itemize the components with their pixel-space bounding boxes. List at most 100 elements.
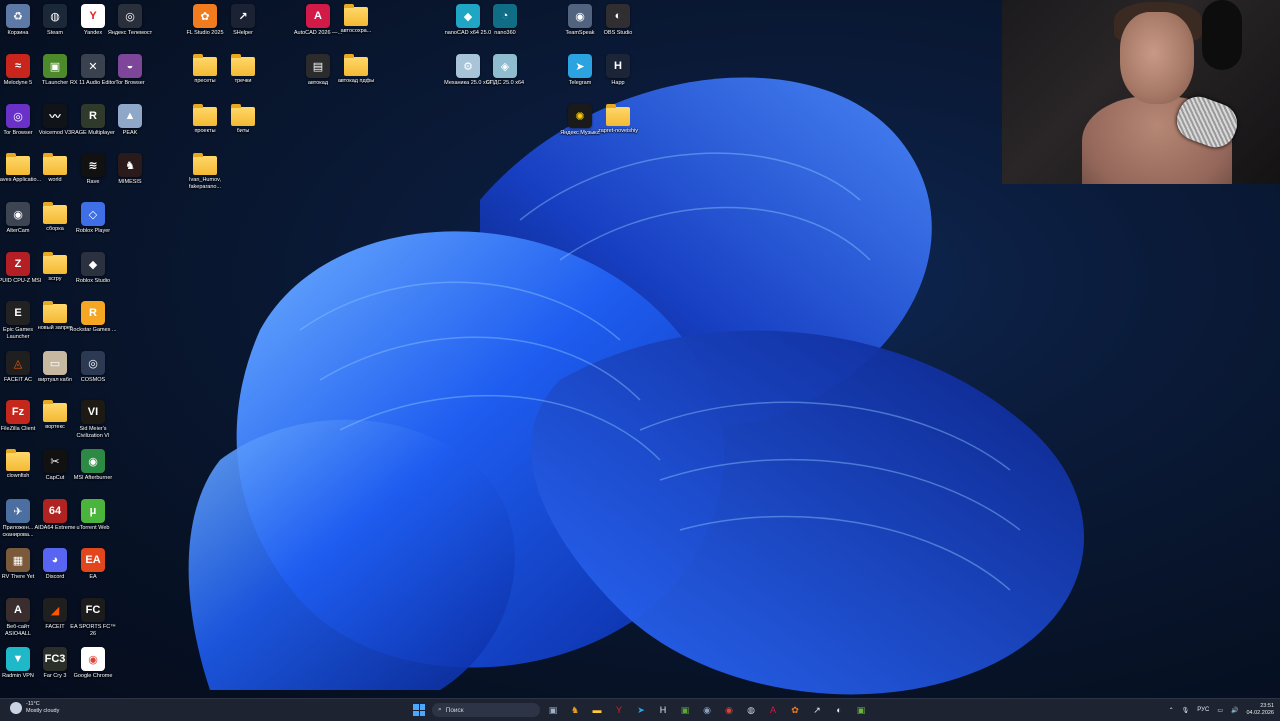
folder-icon: [193, 54, 217, 76]
steam-icon[interactable]: ◍: [742, 701, 760, 719]
file-explorer-icon[interactable]: ▬: [588, 701, 606, 719]
app-icon: ◬: [6, 351, 30, 375]
desktop-icon-label: Rockstar Games ...: [69, 327, 117, 333]
desktop-icon-label: Roblox Studio: [75, 278, 111, 284]
desktop-icon[interactable]: R Rockstar Games ...: [69, 301, 117, 349]
weather-widget[interactable]: -11°C Mostly cloudy: [10, 701, 59, 714]
desktop-icon[interactable]: EA EA: [71, 548, 115, 596]
desktop-icon[interactable]: ◐ OBS Studio: [596, 4, 640, 52]
desktop-icon-label: биты: [236, 128, 250, 134]
app-icon: ◕: [43, 548, 67, 572]
app-icon: EA: [81, 548, 105, 572]
app-icon: ▲: [118, 104, 142, 128]
app-icon: ≋: [81, 153, 105, 177]
app-icon: ▤: [306, 54, 330, 78]
desktop-icon[interactable]: ◆ Roblox Studio: [71, 252, 115, 300]
folder-icon: [43, 301, 67, 323]
app-icon: ✕: [81, 54, 105, 78]
desktop-icon-label: PEAK: [122, 130, 138, 136]
desktop-icon[interactable]: ◒ Tor Browser: [108, 54, 152, 102]
tlauncher-icon[interactable]: ▣: [852, 701, 870, 719]
language-indicator[interactable]: РУС: [1197, 707, 1209, 713]
start-button[interactable]: [410, 701, 428, 719]
app-icon: ▭: [43, 351, 67, 375]
autocad-icon[interactable]: A: [764, 701, 782, 719]
desktop-icon[interactable]: ◇ Roblox Player: [71, 202, 115, 250]
app-icon: Fz: [6, 400, 30, 424]
desktop-icon-label: автосохра...: [340, 28, 372, 34]
app-icon: ♞: [118, 153, 142, 177]
telegram-icon[interactable]: ➤: [632, 701, 650, 719]
fl-studio-icon[interactable]: ✿: [786, 701, 804, 719]
app-icon: μ: [81, 499, 105, 523]
app-icon: ✿: [193, 4, 217, 28]
desktop-icon[interactable]: FC EA SPORTS FC™ 26: [70, 598, 116, 646]
desktop-icon[interactable]: ◉ Google Chrome: [71, 647, 115, 695]
minecraft-icon[interactable]: ▣: [676, 701, 694, 719]
pinned-apps: ▣ ♞ ▬ Y ➤ H ▣ ◉ ◉ ◍ A ✿ ↗ ◐ ▣: [544, 701, 870, 719]
desktop-icon[interactable]: ↗ SHelper: [221, 4, 265, 52]
desktop-icon-label: SHelper: [233, 30, 253, 36]
app-icon: Z: [6, 252, 30, 276]
app-icon: ◎: [81, 351, 105, 375]
desktop-icon[interactable]: zapret-noveishiy: [596, 104, 640, 152]
app-icon: ▣: [43, 54, 67, 78]
app-icon: R: [81, 104, 105, 128]
desktop-icon[interactable]: VI Sid Meier's Civilization VI: [71, 400, 115, 448]
desktop-icon-label: Яндекс Телемост: [107, 30, 153, 36]
app-icon: ✂: [43, 449, 67, 473]
shelper-icon[interactable]: ↗: [808, 701, 826, 719]
folder-icon: [606, 104, 630, 126]
yandex-icon[interactable]: Y: [610, 701, 628, 719]
mimesis-icon[interactable]: ♞: [566, 701, 584, 719]
app-icon: ◈: [493, 54, 517, 78]
desktop-icon-label: EA SPORTS FC™ 26: [70, 624, 116, 637]
folder-icon: [193, 153, 217, 175]
desktop-icon-label: Google Chrome: [73, 673, 113, 679]
folder-icon: [43, 202, 67, 224]
happ-icon[interactable]: H: [654, 701, 672, 719]
taskbar-search[interactable]: ⌕ Поиск: [432, 703, 540, 717]
desktop-icon[interactable]: ♞ MIMESIS: [108, 153, 152, 201]
app-icon: 64: [43, 499, 67, 523]
desktop-icon[interactable]: ◈ СПДС 25.0 x64: [483, 54, 527, 102]
microphone-icon[interactable]: 🎙: [1182, 707, 1190, 714]
app-icon: ◆: [456, 4, 480, 28]
desktop-icon-label: nano360: [494, 30, 516, 36]
desktop-icon[interactable]: ◎ COSMOS: [71, 351, 115, 399]
desktop-icon-label: COSMOS: [80, 377, 106, 383]
app-icon: ⚙: [456, 54, 480, 78]
task-view-icon[interactable]: ▣: [544, 701, 562, 719]
obs-icon[interactable]: ◐: [830, 701, 848, 719]
app-icon: ♻: [6, 4, 30, 28]
chevron-up-icon[interactable]: ⌃: [1169, 707, 1174, 714]
desktop-icon-label: Sid Meier's Civilization VI: [76, 426, 110, 439]
desktop-icon[interactable]: μ uTorrent Web: [71, 499, 115, 547]
desktop-icon[interactable]: Ivan_Humov, fakeparano...: [183, 153, 227, 201]
clock-date: 04.02.2026: [1246, 710, 1274, 716]
desktop-icon[interactable]: ◔ nano360: [483, 4, 527, 52]
desktop-icon-label: СПДС 25.0 x64: [485, 80, 525, 86]
app-icon: R: [81, 301, 105, 325]
chrome-icon[interactable]: ◉: [720, 701, 738, 719]
desktop-icon-label: Roblox Player: [75, 228, 111, 234]
weather-desc: Mostly cloudy: [26, 707, 60, 714]
app-icon: ◎: [118, 4, 142, 28]
app-icon: ≈: [6, 54, 30, 78]
clock[interactable]: 23:51 04.02.2026: [1246, 703, 1274, 717]
desktop-icon[interactable]: биты: [221, 104, 265, 152]
network-icon[interactable]: ▭: [1217, 707, 1223, 714]
desktop-icon[interactable]: ▲ PEAK: [108, 104, 152, 152]
desktop-icon[interactable]: ◉ MSI Afterburner: [71, 449, 115, 497]
desktop-icon[interactable]: автосохра...: [334, 4, 378, 52]
desktop-icon[interactable]: тречки: [221, 54, 265, 102]
desktop-icon[interactable]: автокад пдфы: [334, 54, 378, 102]
desktop-icon-label: MIMESIS: [118, 179, 142, 185]
app-icon: ◉: [81, 449, 105, 473]
webcam-overlay: [1002, 0, 1280, 184]
desktop-icon[interactable]: ◎ Яндекс Телемост: [108, 4, 152, 52]
app-icon: ◉: [81, 647, 105, 671]
volume-icon[interactable]: 🔊: [1231, 707, 1238, 714]
desktop-icon[interactable]: H Happ: [596, 54, 640, 102]
teamspeak-icon[interactable]: ◉: [698, 701, 716, 719]
